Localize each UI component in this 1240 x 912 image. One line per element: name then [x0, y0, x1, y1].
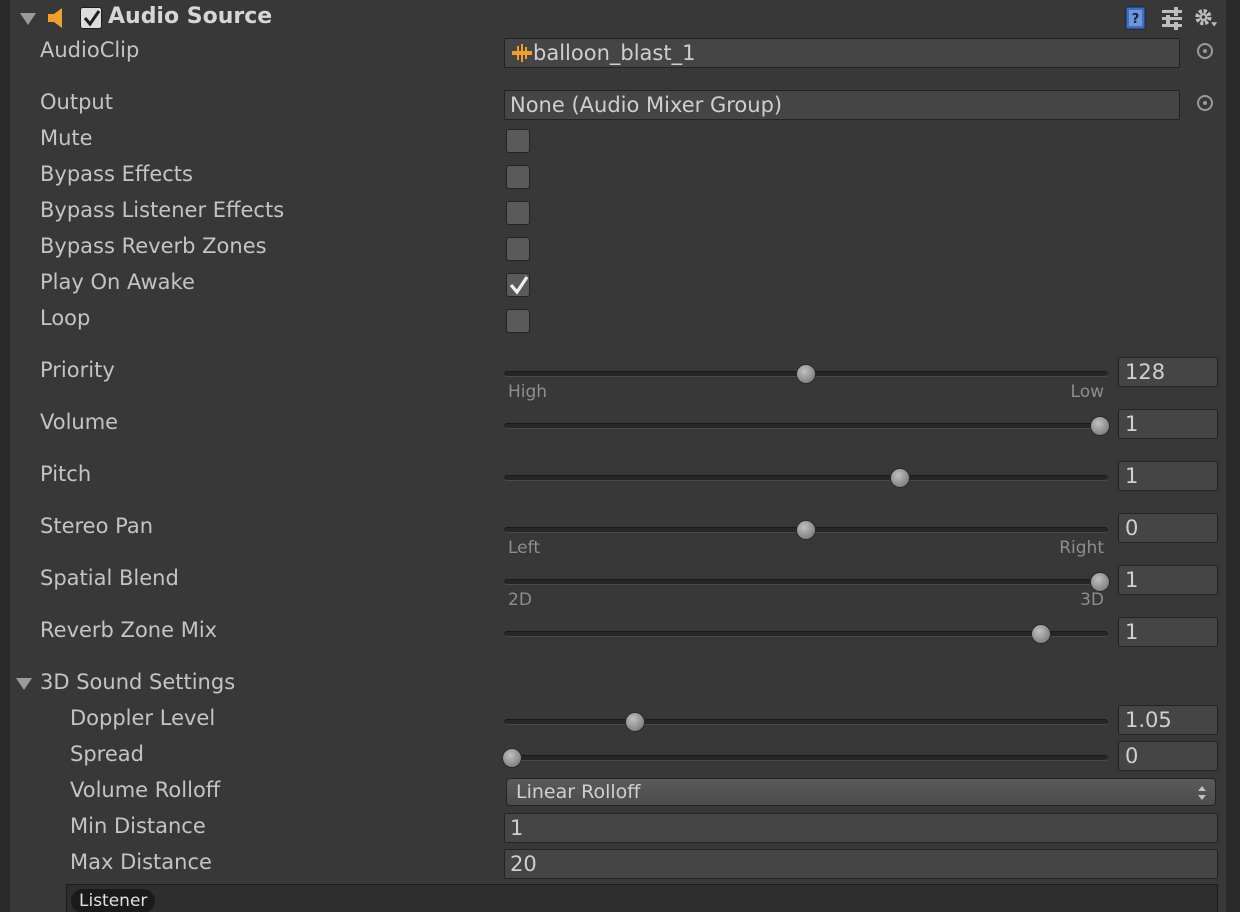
audio-clip-icon [512, 44, 532, 62]
bypass-listener-effects-checkbox[interactable] [506, 201, 530, 225]
volume-rolloff-value: Linear Rolloff [516, 781, 641, 803]
pitch-label: Pitch [40, 462, 92, 486]
volume-label: Volume [40, 410, 119, 434]
doppler-level-value-field[interactable]: 1.05 [1118, 705, 1218, 735]
max-distance-label: Max Distance [70, 850, 212, 874]
bypass-effects-label: Bypass Effects [40, 162, 193, 186]
loop-label: Loop [40, 306, 91, 330]
max-distance-field[interactable]: 20 [504, 849, 1218, 879]
reverb-zone-mix-slider-thumb[interactable] [1031, 624, 1052, 644]
volume-rolloff-dropdown[interactable]: Linear Rolloff [506, 778, 1216, 806]
reverb-zone-mix-label: Reverb Zone Mix [40, 618, 218, 642]
play-on-awake-label: Play On Awake [40, 270, 195, 294]
volume-slider-track[interactable] [504, 423, 1108, 429]
checkmark-icon [83, 10, 101, 27]
checkmark-icon [509, 276, 529, 295]
help-icon[interactable]: ? [1124, 6, 1148, 30]
audioclip-value: balloon_blast_1 [533, 41, 696, 65]
spread-slider-track[interactable] [504, 755, 1108, 761]
spatial-blend-caption-3d: 3D [1080, 590, 1104, 610]
play-on-awake-checkbox[interactable] [506, 273, 530, 297]
spatial-blend-value-field[interactable]: 1 [1118, 565, 1218, 595]
bypass-effects-checkbox[interactable] [506, 165, 530, 189]
doppler-level-slider-track[interactable] [504, 719, 1108, 725]
inspector-left-gutter [0, 0, 10, 912]
stereo-pan-slider-thumb[interactable] [796, 520, 816, 540]
component-header[interactable]: Audio Source ? [10, 0, 1226, 38]
spread-slider-thumb[interactable] [502, 748, 522, 768]
inspector-scrollbar[interactable] [1226, 0, 1240, 912]
pitch-value-field[interactable]: 1 [1118, 461, 1218, 491]
fold-arrow-icon[interactable] [20, 13, 36, 25]
output-field[interactable]: None (Audio Mixer Group) [504, 90, 1180, 120]
listener-badge: Listener [71, 889, 156, 912]
rolloff-graph[interactable]: Listener [66, 884, 1218, 912]
volume-value-field[interactable]: 1 [1118, 409, 1218, 439]
priority-caption-high: High [508, 382, 548, 402]
reverb-zone-mix-slider-track[interactable] [504, 631, 1108, 637]
preset-icon[interactable] [1160, 6, 1184, 30]
speaker-icon [48, 8, 62, 28]
volume-rolloff-label: Volume Rolloff [70, 778, 221, 802]
stereo-pan-label: Stereo Pan [40, 514, 153, 538]
dropdown-arrows-icon [1198, 786, 1206, 800]
bypass-listener-effects-label: Bypass Listener Effects [40, 198, 285, 222]
3d-sound-fold-arrow-icon[interactable] [16, 678, 32, 690]
gear-icon[interactable] [1194, 6, 1218, 30]
min-distance-field[interactable]: 1 [504, 813, 1218, 843]
audioclip-label: AudioClip [40, 38, 140, 62]
priority-caption-low: Low [1070, 382, 1104, 402]
doppler-level-label: Doppler Level [70, 706, 216, 730]
stereo-pan-caption-right: Right [1059, 538, 1104, 558]
volume-slider-thumb[interactable] [1090, 416, 1110, 436]
pitch-slider-track[interactable] [504, 475, 1108, 481]
min-distance-label: Min Distance [70, 814, 206, 838]
doppler-level-slider-thumb[interactable] [625, 712, 646, 732]
stereo-pan-value-field[interactable]: 0 [1118, 513, 1218, 543]
output-label: Output [40, 90, 113, 114]
mute-label: Mute [40, 126, 93, 150]
output-picker-icon[interactable] [1197, 95, 1213, 111]
priority-value-field[interactable]: 128 [1118, 357, 1218, 387]
priority-label: Priority [40, 358, 115, 382]
component-enabled-checkbox[interactable] [80, 7, 102, 29]
stereo-pan-caption-left: Left [508, 538, 540, 558]
loop-checkbox[interactable] [506, 309, 530, 333]
spatial-blend-slider-thumb[interactable] [1090, 572, 1110, 592]
bypass-reverb-zones-label: Bypass Reverb Zones [40, 234, 267, 258]
spatial-blend-label: Spatial Blend [40, 566, 179, 590]
component-title: Audio Source [108, 4, 273, 29]
svg-text:?: ? [1132, 12, 1140, 27]
spatial-blend-caption-2d: 2D [508, 590, 532, 610]
spatial-blend-slider-track[interactable] [504, 579, 1108, 585]
reverb-zone-mix-value-field[interactable]: 1 [1118, 617, 1218, 647]
pitch-slider-thumb[interactable] [890, 468, 911, 488]
mute-checkbox[interactable] [506, 129, 530, 153]
spread-value-field[interactable]: 0 [1118, 741, 1218, 771]
bypass-reverb-zones-checkbox[interactable] [506, 237, 530, 261]
audioclip-picker-icon[interactable] [1197, 43, 1213, 59]
3d-sound-settings-label[interactable]: 3D Sound Settings [40, 670, 235, 694]
audioclip-field[interactable]: balloon_blast_1 [504, 38, 1180, 68]
spread-label: Spread [70, 742, 144, 766]
priority-slider-thumb[interactable] [796, 364, 816, 384]
